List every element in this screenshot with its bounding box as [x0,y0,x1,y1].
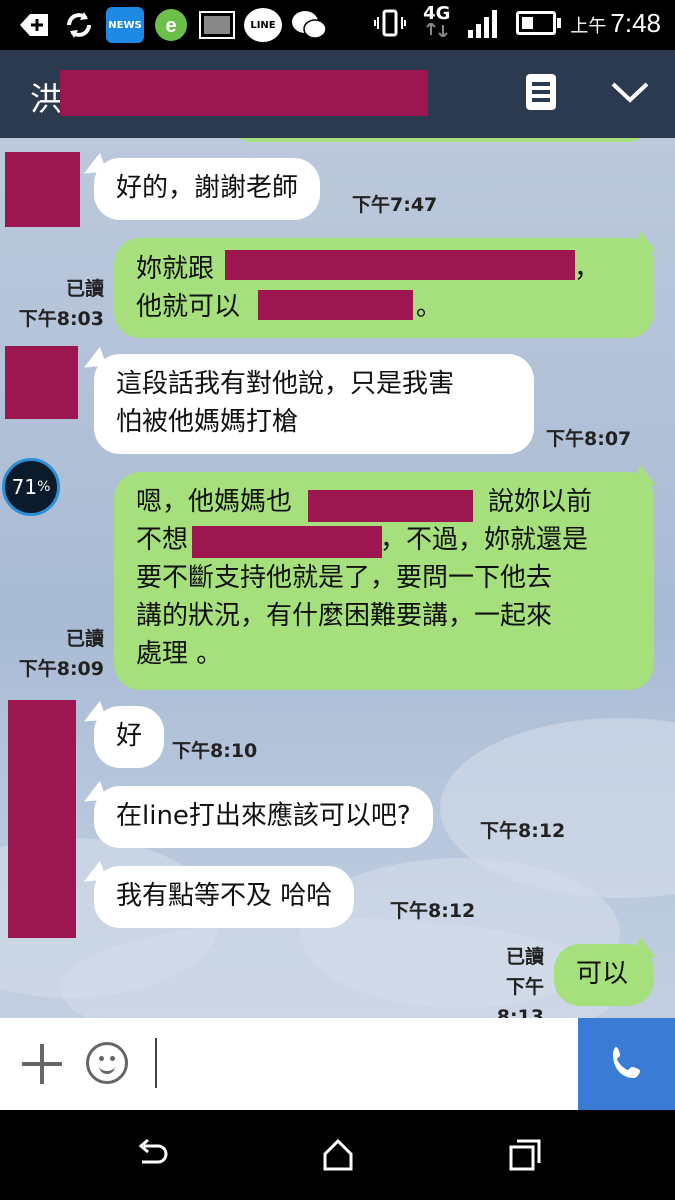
clock: 上午 7:48 [570,7,661,38]
message-text: 在line打出來應該可以吧? [116,801,411,831]
read-receipt: 已讀 [505,946,544,968]
message-time: 下午8:09 [18,658,104,680]
notes-icon[interactable] [526,74,556,110]
message-bubble-in[interactable]: 在line打出來應該可以吧? [94,786,433,848]
redacted-text [308,490,473,522]
message-text: 好 [116,721,143,751]
message-time: 下午8:13 [496,976,544,1018]
chevron-down-icon[interactable] [610,72,650,112]
message-text: 講的狀況，有什麼困難要講，一起來 [136,601,553,631]
status-bar: NEWS e LINE 4G 上午 7:48 [0,0,675,50]
message-bubble-in[interactable]: 好 [94,706,165,768]
sync-icon [60,6,98,44]
vibrate-icon [371,4,409,42]
phone-icon [612,1047,640,1078]
signal-icon [464,4,502,42]
battery-icon [516,11,562,35]
message-text: 好的，謝謝老師 [116,173,299,203]
browser-icon: e [152,6,190,44]
message-text: 我有點等不及 哈哈 [116,881,333,911]
message-time: 下午8:03 [18,308,104,330]
previous-message-bubble[interactable] [230,138,650,142]
message-time: 下午8:12 [390,900,476,922]
message-text: ，不過，妳就還是 [380,525,589,555]
message-text: 要不斷支持他就是了，要問一下他去 [136,563,553,593]
recents-icon[interactable] [508,1138,542,1172]
message-text: 嗯，他媽媽也 [136,487,293,517]
message-bubble-in[interactable]: 這段話我有對他說，只是我害 怕被他媽媽打槍 [94,354,534,454]
redacted-name [60,70,428,116]
navigation-bar [0,1110,675,1200]
message-text: 怕被他媽媽打槍 [116,407,299,437]
message-time: 下午8:12 [480,820,566,842]
call-button[interactable] [578,1018,675,1110]
home-icon[interactable] [321,1138,355,1172]
avatar[interactable] [8,700,76,938]
back-icon[interactable] [134,1138,168,1172]
message-text: ，說妳以前 [462,487,593,517]
read-receipt: 已讀 [65,628,104,650]
svg-text:e: e [165,15,176,37]
message-time: 下午8:10 [172,740,258,762]
message-text: 他就可以 [136,292,241,322]
read-receipt: 已讀 [65,278,104,300]
message-text: ， [574,254,601,284]
redacted-text [258,290,413,320]
message-text: 這段話我有對他說，只是我害 [116,369,455,399]
avatar[interactable] [5,346,78,419]
floating-battery-widget[interactable]: 71% [2,458,60,516]
wechat-icon [290,6,328,44]
message-time: 下午8:07 [546,428,632,450]
message-input-bar [0,1018,675,1110]
message-time: 下午7:47 [352,194,438,216]
network-type: 4G [423,5,450,41]
message-text: 不想 [136,525,189,555]
image-notification-icon [198,6,236,44]
emoji-icon[interactable] [86,1042,128,1084]
line-app-icon: LINE [244,8,282,42]
chat-area[interactable]: 好的，謝謝老師 下午7:47 已讀 下午8:03 妳就跟， 他就可以 了。 這段話… [0,138,675,1018]
redacted-text [225,250,575,280]
message-text: 妳就跟 [136,254,215,284]
chat-title: 洪 [30,80,63,118]
message-bubble-in[interactable]: 好的，謝謝老師 [94,158,321,220]
add-notification-icon [14,6,52,44]
message-text: 可以 [576,959,629,989]
redacted-text [192,526,382,558]
chat-header: 洪 [0,50,675,138]
message-input[interactable] [155,1038,157,1088]
message-text: 處理 。 [136,639,223,669]
avatar[interactable] [5,152,80,227]
news-app-icon: NEWS [106,7,144,43]
message-bubble-in[interactable]: 我有點等不及 哈哈 [94,866,355,928]
